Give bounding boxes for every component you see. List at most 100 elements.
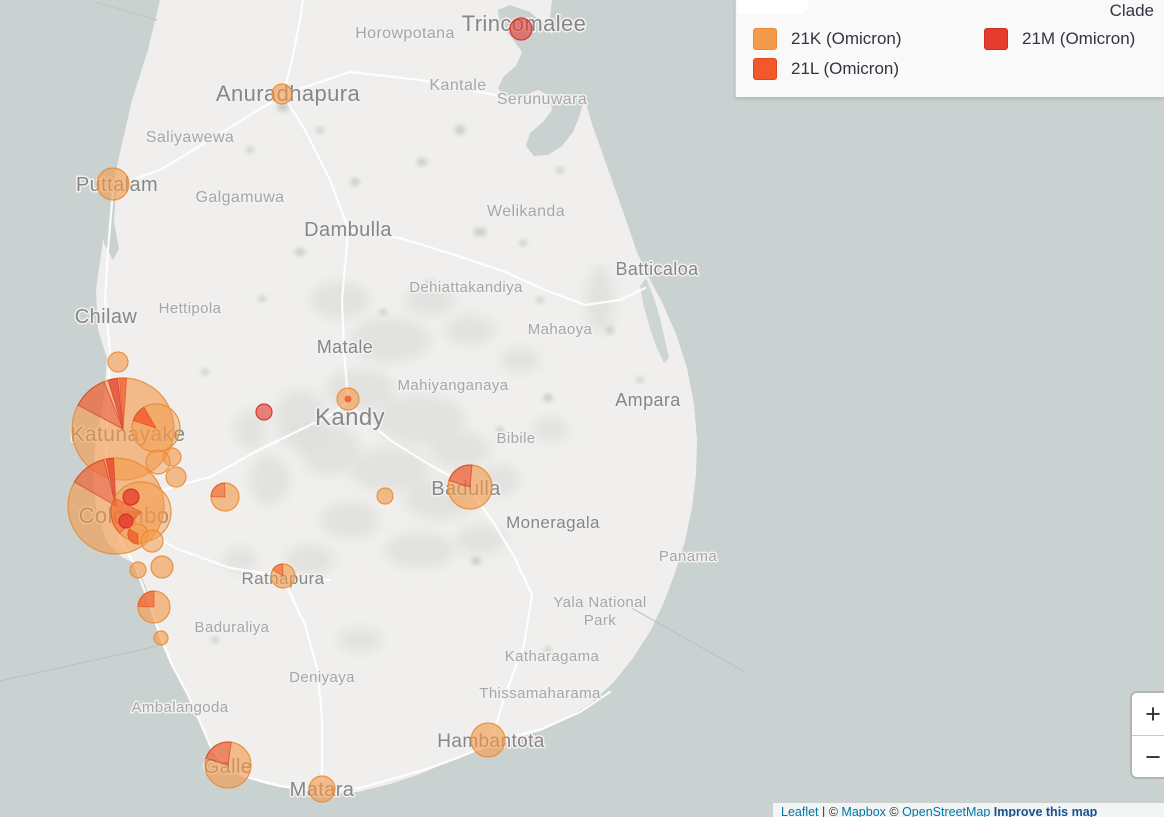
deme-pie[interactable] (130, 562, 146, 578)
deme-pie[interactable] (166, 467, 186, 487)
openstreetmap-link[interactable]: OpenStreetMap (902, 805, 990, 817)
deme-circle-21k[interactable] (97, 168, 129, 200)
deme-pie[interactable] (97, 168, 129, 200)
place-label: Galgamuwa (196, 189, 285, 206)
place-label: Park (584, 612, 617, 629)
deme-circle-21k[interactable] (154, 631, 168, 645)
deme-circle-21k[interactable] (130, 562, 146, 578)
place-label: Dambulla (304, 219, 392, 241)
water-tank (258, 296, 266, 302)
deme-pie[interactable] (108, 352, 128, 372)
deme-pie[interactable] (510, 18, 532, 40)
deme-circle-21k[interactable] (151, 556, 173, 578)
place-label: Moneragala (506, 513, 600, 532)
deme-pie[interactable] (448, 465, 492, 509)
deme-pie[interactable] (132, 404, 180, 452)
deme-pie[interactable] (272, 84, 292, 104)
deme-circle-21m[interactable] (256, 404, 272, 420)
place-label: Batticaloa (615, 259, 699, 279)
deme-pie[interactable] (151, 556, 173, 578)
water-tank (316, 127, 324, 133)
water-tank (471, 557, 481, 565)
terrain-shading (445, 315, 495, 345)
terrain-shading (320, 502, 380, 538)
water-tank (246, 147, 254, 153)
deme-pie[interactable] (146, 450, 170, 474)
deme-circle-21k[interactable] (141, 530, 163, 552)
legend-label: 21L (Omicron) (791, 59, 899, 79)
deme-pie[interactable] (211, 483, 239, 511)
copyright-symbol-1: © (829, 805, 842, 817)
water-tank (201, 369, 209, 375)
water-tank (606, 326, 614, 334)
legend-label: 21K (Omicron) (791, 29, 902, 49)
deme-circle-21k[interactable] (377, 488, 393, 504)
terrain-shading (500, 348, 540, 372)
terrain-shading (532, 418, 568, 442)
deme-pie[interactable] (377, 488, 393, 504)
place-label: Horowpotana (355, 25, 455, 42)
deme-pie[interactable] (138, 591, 170, 623)
deme-circle-21k[interactable] (471, 723, 505, 757)
place-label: Serunuwara (497, 91, 587, 108)
deme-circle-21k[interactable] (146, 450, 170, 474)
zoom-in-button[interactable]: + (1132, 693, 1164, 735)
deme-circle-21m[interactable] (123, 489, 139, 505)
water-tank (379, 309, 387, 315)
place-label: Bibile (496, 430, 535, 447)
map-canvas[interactable]: TrincomaleeHorowpotanaAnuradhapuraKantal… (0, 0, 1164, 817)
deme-circle-21k[interactable] (309, 776, 335, 802)
terrain-shading (250, 455, 290, 505)
deme-pie[interactable] (471, 723, 505, 757)
place-label: Thissamaharama (479, 685, 601, 702)
legend-item-21k[interactable]: 21K (Omicron) (753, 28, 902, 50)
water-tank (455, 125, 465, 135)
place-label: Panama (659, 548, 718, 565)
place-label: Chilaw (75, 306, 138, 328)
water-tank (519, 240, 527, 246)
water-tank (295, 248, 305, 256)
place-label: Mahiyanganaya (397, 377, 508, 394)
deme-center-dot (345, 396, 352, 403)
deme-pie[interactable] (256, 404, 272, 420)
water-tank (211, 637, 219, 643)
deme-pie[interactable] (205, 742, 251, 788)
legend-item-21m[interactable]: 21M (Omicron) (984, 28, 1135, 50)
water-tank (417, 158, 427, 166)
deme-circle-21k[interactable] (166, 467, 186, 487)
legend-swatch-21l (753, 58, 777, 80)
deme-pie[interactable] (119, 514, 133, 528)
deme-circle-21k[interactable] (272, 84, 292, 104)
map-zoom-control: + − (1130, 691, 1164, 779)
copyright-symbol-2: © (886, 805, 902, 817)
place-label: Hettipola (159, 300, 222, 317)
place-label: Mahaoya (528, 321, 593, 338)
improve-map-link[interactable]: Improve this map (994, 805, 1098, 817)
place-label: Kantale (429, 77, 486, 94)
deme-pie[interactable] (123, 489, 139, 505)
deme-pie[interactable] (309, 776, 335, 802)
leaflet-link[interactable]: Leaflet (781, 805, 819, 817)
place-label: Deniyaya (289, 669, 355, 686)
deme-circle-21m[interactable] (510, 18, 532, 40)
legend-swatch-21m (984, 28, 1008, 50)
deme-pie[interactable] (271, 564, 295, 588)
place-label: Welikanda (487, 203, 565, 220)
deme-pie[interactable] (141, 530, 163, 552)
deme-circle-21m[interactable] (119, 514, 133, 528)
zoom-out-button[interactable]: − (1132, 735, 1164, 778)
map-attribution: Leaflet | © Mapbox © OpenStreetMap Impro… (773, 803, 1164, 817)
deme-circle-21k[interactable] (108, 352, 128, 372)
water-tank (556, 167, 564, 173)
place-label: Dehiattakandiya (409, 279, 523, 296)
water-tank (473, 228, 487, 236)
place-label: Saliyawewa (146, 129, 234, 146)
place-label: Ambalangoda (132, 699, 229, 716)
legend-item-21l[interactable]: 21L (Omicron) (753, 58, 899, 80)
deme-pie[interactable] (154, 631, 168, 645)
mapbox-link[interactable]: Mapbox (841, 805, 885, 817)
deme-pie[interactable] (337, 388, 359, 410)
terrain-shading (310, 282, 370, 318)
legend-notch (738, 0, 808, 14)
legend-title: Clade (1110, 1, 1154, 21)
